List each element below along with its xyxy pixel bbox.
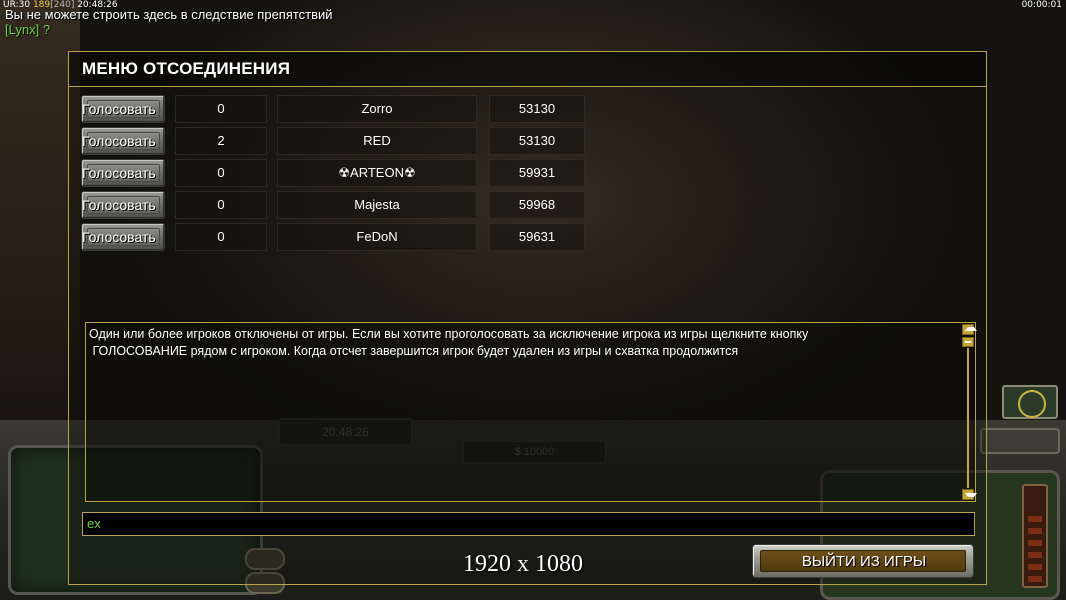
stars-indicator — [980, 428, 1060, 454]
scroll-track[interactable] — [967, 348, 969, 488]
scroll-thumb[interactable] — [962, 337, 974, 347]
vote-button[interactable]: Голосовать — [81, 223, 165, 251]
vote-button[interactable]: Голосовать — [81, 159, 165, 187]
player-votes: 0 — [175, 95, 267, 123]
player-votes: 0 — [175, 223, 267, 251]
player-timeout: 53130 — [489, 95, 585, 123]
disconnect-menu: МЕНЮ ОТСОЕДИНЕНИЯ Голосовать 0 Zorro 531… — [68, 51, 987, 585]
player-name: Majesta — [277, 191, 477, 219]
player-row: Голосовать 0 Zorro 53130 — [81, 95, 591, 123]
exit-game-label: ВЫЙТИ ИЗ ИГРЫ — [801, 553, 927, 570]
scroll-down-icon[interactable] — [962, 489, 977, 500]
resolution-watermark: 1920 x 1080 — [463, 551, 583, 577]
player-votes: 0 — [175, 159, 267, 187]
rank-meter — [1022, 484, 1048, 588]
dialog-title: МЕНЮ ОТСОЕДИНЕНИЯ — [82, 59, 291, 78]
vote-button-label: Голосовать — [82, 165, 156, 181]
scroll-up-icon[interactable] — [962, 324, 977, 335]
system-message: Вы не можете строить здесь в следствие п… — [5, 7, 333, 22]
match-timer: 00:00:01 — [1021, 0, 1062, 10]
player-timeout: 53130 — [489, 127, 585, 155]
player-timeout: 59968 — [489, 191, 585, 219]
info-text: Один или более игроков отключены от игры… — [89, 327, 809, 358]
player-timeout: 59931 — [489, 159, 585, 187]
vote-button-label: Голосовать — [82, 101, 156, 117]
player-row: Голосовать 0 ☢ARTEON☢ 59931 — [81, 159, 591, 187]
player-list: Голосовать 0 Zorro 53130 Голосовать 2 RE… — [81, 95, 591, 255]
player-row: Голосовать 0 Majesta 59968 — [81, 191, 591, 219]
player-row: Голосовать 0 FeDoN 59631 — [81, 223, 591, 251]
player-name: RED — [277, 127, 477, 155]
player-timeout: 59631 — [489, 223, 585, 251]
vote-button[interactable]: Голосовать — [81, 191, 165, 219]
player-name: ☢ARTEON☢ — [277, 159, 477, 187]
player-votes: 0 — [175, 191, 267, 219]
player-row: Голосовать 2 RED 53130 — [81, 127, 591, 155]
exit-game-button[interactable]: ВЫЙТИ ИЗ ИГРЫ — [752, 544, 974, 578]
options-gear-icon — [1002, 385, 1058, 419]
info-text-box: Один или более игроков отключены от игры… — [85, 322, 977, 502]
vote-button[interactable]: Голосовать — [81, 95, 165, 123]
chat-line: [Lynx] ? — [5, 22, 51, 37]
vote-button-label: Голосовать — [82, 197, 156, 213]
info-scrollbar[interactable] — [962, 324, 977, 500]
chat-input[interactable]: ex — [82, 512, 975, 536]
vote-button-label: Голосовать — [82, 133, 156, 149]
player-name: FeDoN — [277, 223, 477, 251]
player-name: Zorro — [277, 95, 477, 123]
vote-button-label: Голосовать — [82, 229, 156, 245]
dialog-header: МЕНЮ ОТСОЕДИНЕНИЯ — [69, 52, 986, 87]
player-votes: 2 — [175, 127, 267, 155]
vote-button[interactable]: Голосовать — [81, 127, 165, 155]
